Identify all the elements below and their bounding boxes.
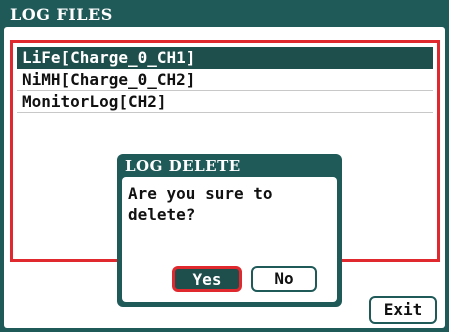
dialog-message: Are you sure to delete? [128,184,273,224]
window-title: LOG FILES [2,2,447,27]
log-file-item-1[interactable]: LiFe[Charge_0_CH1] [17,47,433,69]
no-button[interactable]: No [251,266,317,292]
log-delete-dialog: LOG DELETE Are you sure to delete? Yes N… [117,154,342,307]
yes-button[interactable]: Yes [172,266,242,292]
dialog-body: Are you sure to delete? Yes No [122,177,337,302]
log-file-item-2[interactable]: NiMH[Charge_0_CH2] [17,69,433,91]
exit-button[interactable]: Exit [369,296,437,324]
log-file-item-3[interactable]: MonitorLog[CH2] [17,91,433,113]
device-screen: LOG FILES LiFe[Charge_0_CH1] NiMH[Charge… [0,0,449,332]
dialog-title: LOG DELETE [125,157,241,175]
